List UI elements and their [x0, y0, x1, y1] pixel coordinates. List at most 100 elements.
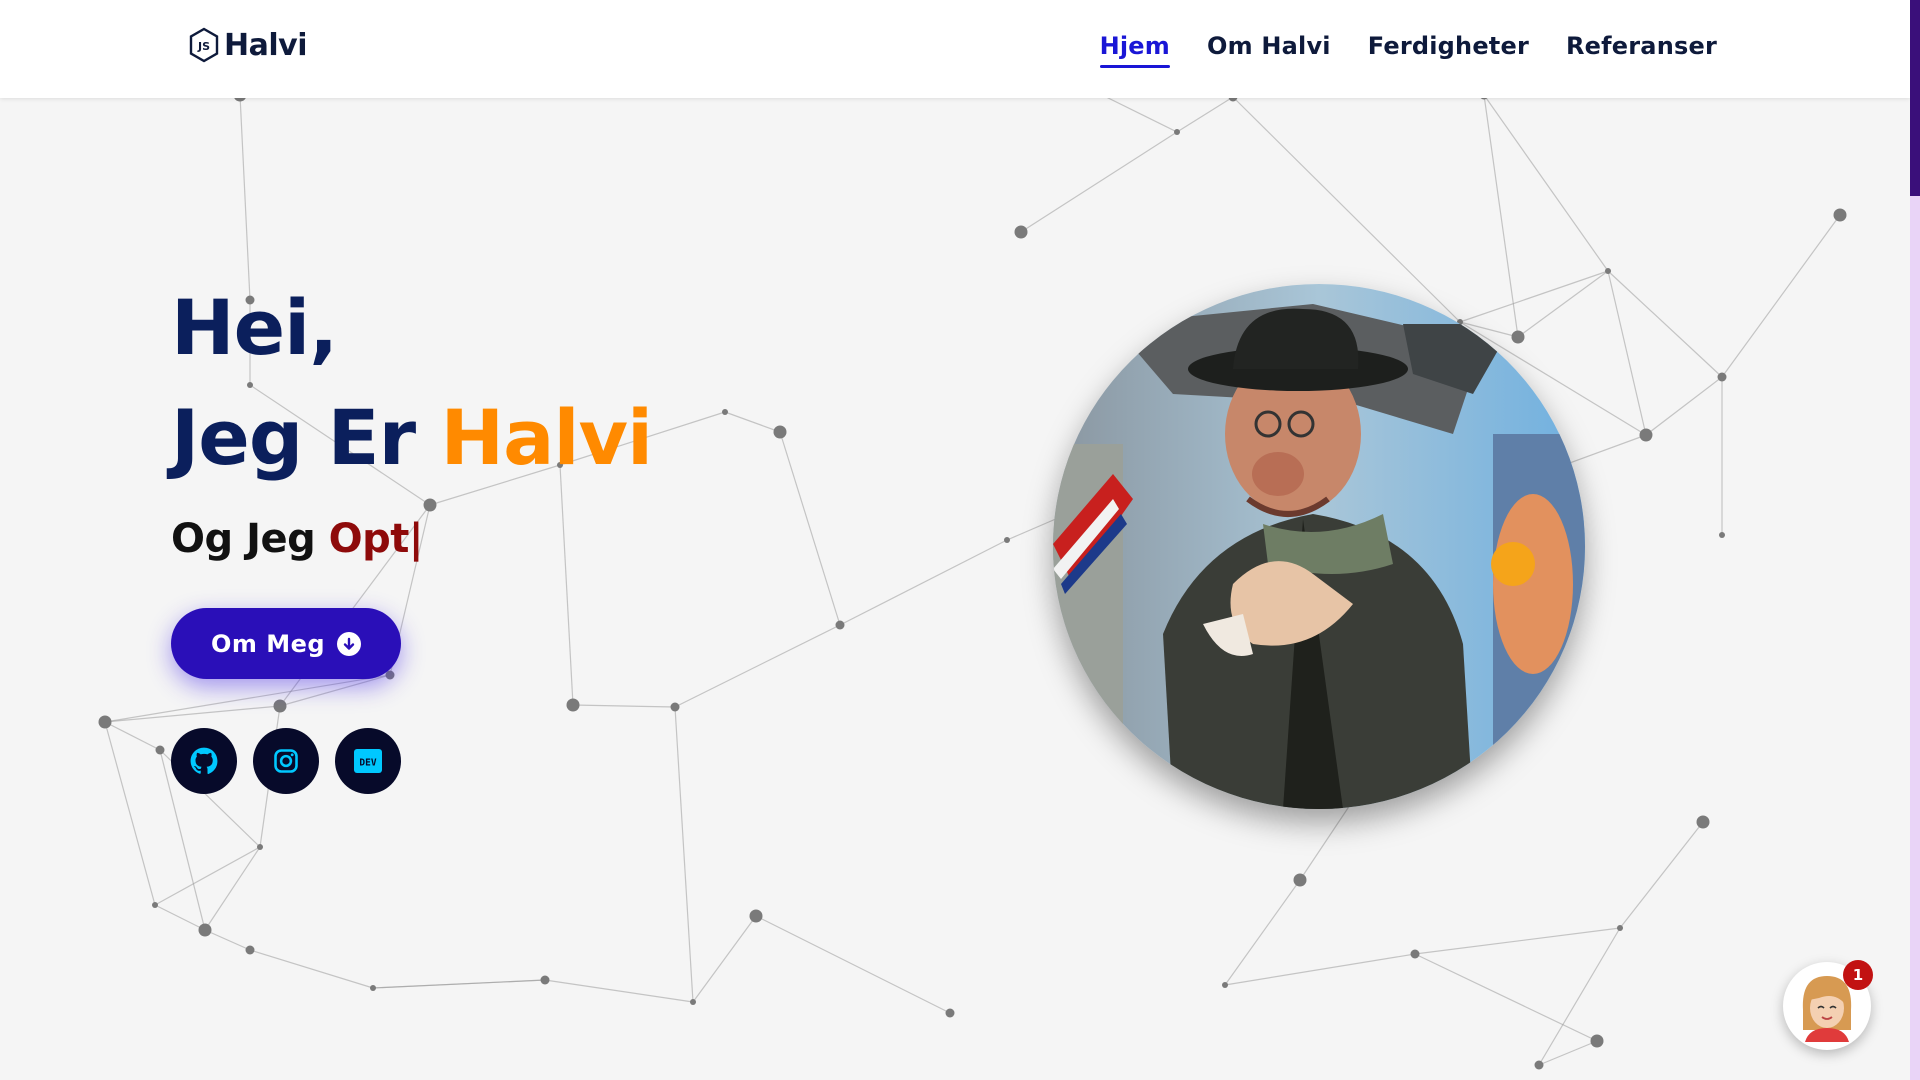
- hero-intro: Jeg Er Halvi: [171, 400, 653, 476]
- nav-item-ferdigheter[interactable]: Ferdigheter: [1368, 32, 1529, 68]
- particle-link: [1459, 270, 1609, 323]
- particle-node: [566, 698, 580, 712]
- particle-node: [1014, 225, 1028, 239]
- dev-link[interactable]: DEV: [335, 728, 401, 794]
- particle-link: [572, 704, 676, 708]
- particle-node: [540, 975, 550, 985]
- svg-text:DEV: DEV: [359, 758, 376, 769]
- particle-link: [755, 915, 951, 1014]
- instagram-icon: [274, 749, 298, 773]
- main-nav: Hjem Om Halvi Ferdigheter Referanser: [1099, 32, 1717, 68]
- particle-link: [104, 705, 281, 723]
- particle-node: [1511, 330, 1525, 344]
- particle-link: [104, 674, 391, 723]
- arrow-down-circle-icon: [337, 631, 362, 656]
- particle-link: [104, 721, 161, 751]
- hero-text: Hei, Jeg Er Halvi Og Jeg Opt|: [171, 283, 653, 563]
- particle-node: [1410, 949, 1420, 959]
- particle-node: [1617, 925, 1623, 931]
- om-meg-button[interactable]: Om Meg: [171, 608, 401, 679]
- particle-node: [1833, 208, 1847, 222]
- navbar: JS Halvi Hjem Om Halvi Ferdigheter Refer…: [0, 0, 1910, 98]
- particle-link: [1645, 376, 1723, 436]
- hero-greeting: Hei,: [171, 283, 338, 372]
- particle-link: [839, 539, 1008, 626]
- social-links: DEV: [171, 728, 401, 794]
- particle-node: [1004, 537, 1010, 543]
- chat-widget-button[interactable]: 1: [1783, 960, 1873, 1050]
- om-meg-label: Om Meg: [210, 629, 326, 658]
- svg-text:JS: JS: [197, 40, 210, 53]
- instagram-link[interactable]: [253, 728, 319, 794]
- particle-node: [1639, 428, 1653, 442]
- typing-caret: |: [408, 516, 424, 562]
- particle-link: [154, 846, 261, 906]
- nav-item-referanser[interactable]: Referanser: [1566, 32, 1717, 68]
- hero-name: Halvi: [440, 393, 654, 482]
- particle-link: [239, 94, 251, 301]
- particle-link: [1619, 821, 1704, 929]
- particle-link: [779, 431, 841, 626]
- github-link[interactable]: [171, 728, 237, 794]
- nav-item-hjem[interactable]: Hjem: [1099, 32, 1171, 68]
- github-icon: [190, 747, 218, 774]
- particle-link: [372, 979, 546, 989]
- particle-link: [154, 904, 206, 931]
- particle-node: [722, 409, 728, 415]
- particle-node: [257, 844, 263, 850]
- particle-node: [1174, 129, 1180, 135]
- nodejs-logo-icon: JS: [189, 27, 219, 63]
- particle-link: [104, 721, 156, 906]
- particle-node: [152, 902, 158, 908]
- particle-link: [1538, 927, 1621, 1066]
- particle-node: [245, 945, 255, 955]
- particle-link: [692, 915, 757, 1003]
- nav-item-om-halvi[interactable]: Om Halvi: [1207, 32, 1331, 68]
- particle-link: [1224, 953, 1416, 986]
- logo[interactable]: JS Halvi: [188, 27, 307, 63]
- particle-link: [249, 949, 374, 989]
- hero-sub-prefix: Og Jeg: [171, 516, 329, 562]
- particle-node: [1719, 532, 1725, 538]
- particle-link: [544, 979, 694, 1003]
- particle-link: [1224, 879, 1301, 986]
- particle-link: [1607, 270, 1723, 378]
- particle-link: [1721, 214, 1841, 378]
- dev-icon: DEV: [354, 749, 382, 773]
- hero-typed-text: Opt: [328, 516, 410, 562]
- particle-node: [670, 702, 680, 712]
- particle-node: [98, 715, 112, 729]
- particle-node: [773, 425, 787, 439]
- particle-node: [1222, 982, 1228, 988]
- particle-node: [1293, 873, 1307, 887]
- hero-subtitle: Og Jeg Opt|: [171, 516, 652, 562]
- portrait-illustration: [1053, 284, 1585, 809]
- particle-link: [204, 929, 251, 951]
- particle-link: [204, 846, 261, 931]
- particle-link: [724, 411, 781, 433]
- particle-link: [1517, 270, 1609, 338]
- particle-link: [1483, 94, 1519, 338]
- particle-node: [370, 985, 376, 991]
- page: JS Halvi Hjem Om Halvi Ferdigheter Refer…: [0, 0, 1920, 1080]
- scrollbar-track[interactable]: [1910, 0, 1920, 1080]
- particle-node: [945, 1008, 955, 1018]
- particle-link: [1538, 1040, 1598, 1066]
- particle-node: [1605, 268, 1611, 274]
- particle-link: [674, 624, 841, 708]
- profile-portrait: [1053, 284, 1585, 809]
- logo-text: Halvi: [224, 27, 307, 63]
- particle-node: [1717, 372, 1727, 382]
- particle-node: [835, 620, 845, 630]
- particle-link: [1414, 927, 1621, 955]
- particle-node: [198, 923, 212, 937]
- particle-link: [1020, 131, 1178, 233]
- particle-link: [674, 706, 694, 1003]
- particle-node: [1696, 815, 1710, 829]
- particle-node: [273, 699, 287, 713]
- scrollbar-thumb[interactable]: [1910, 0, 1920, 196]
- particle-link: [1176, 96, 1234, 133]
- particle-link: [1414, 953, 1598, 1042]
- particle-node: [155, 745, 165, 755]
- particle-node: [1534, 1060, 1544, 1070]
